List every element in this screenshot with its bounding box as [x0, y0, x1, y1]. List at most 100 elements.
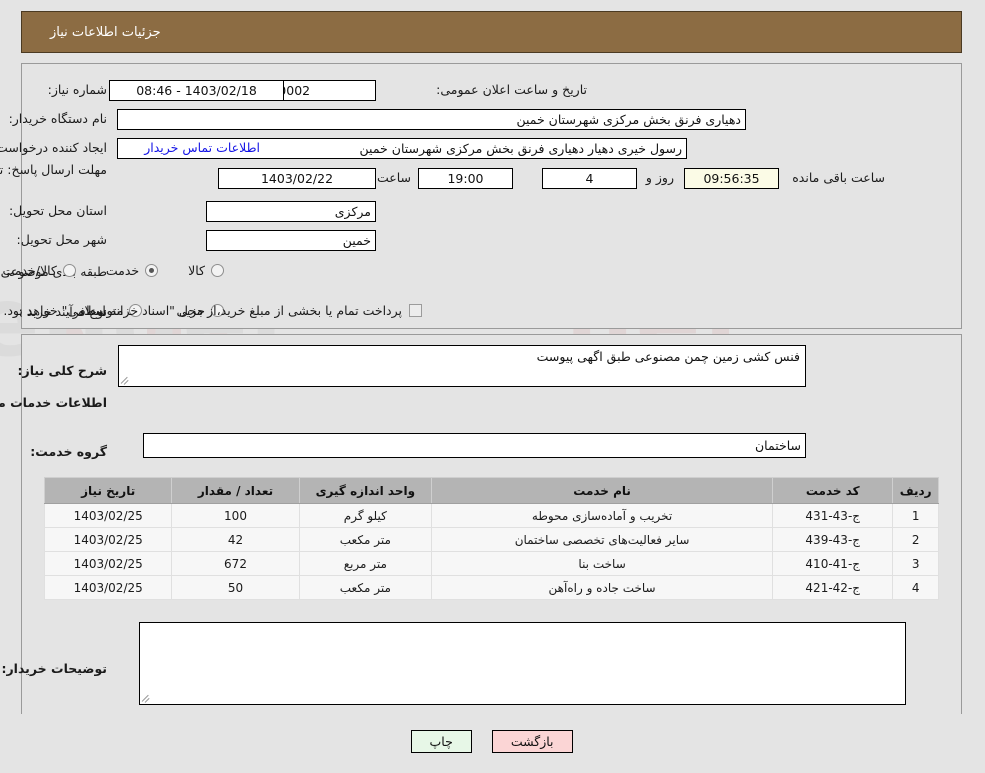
- remaining-time-field[interactable]: 09:56:35: [685, 168, 780, 189]
- announce-datetime-label: تاریخ و ساعت اعلان عمومی:: [437, 82, 588, 97]
- city-label: شهر محل تحویل:: [17, 232, 108, 247]
- cell-radif: 1: [893, 503, 940, 528]
- cell-code: ج-43-439: [773, 527, 895, 552]
- table-row: 3 ج-41-410 ساخت بنا متر مربع 672 1403/02…: [44, 551, 940, 576]
- cell-qty: 42: [172, 527, 301, 552]
- cell-code: ج-42-421: [773, 575, 895, 600]
- requester-label-row: ایجاد کننده درخواست:: [0, 140, 108, 155]
- radio-kala-khedmat-icon[interactable]: [63, 264, 77, 277]
- remaining-days-label-wrap: روز و: [647, 170, 675, 185]
- need-summary-label: شرح کلی نیاز:: [18, 363, 108, 378]
- category-option-kala-khedmat[interactable]: کالا/خدمت: [3, 263, 77, 278]
- requester-label: ایجاد کننده درخواست:: [0, 140, 108, 155]
- services-table-wrap: ردیف کد خدمت نام خدمت واحد اندازه گیری ت…: [44, 477, 940, 600]
- need-summary-label-row: شرح کلی نیاز:: [19, 363, 108, 378]
- announce-datetime-field[interactable]: 1403/02/18 - 08:46: [110, 80, 285, 101]
- page-root: AnaTender .net جزئیات اطلاعات نیاز شماره…: [0, 0, 985, 773]
- deadline-label: مهلت ارسال پاسخ: تا تاریخ:: [0, 162, 108, 177]
- th-qty: تعداد / مقدار: [172, 477, 301, 504]
- radio-khedmat-icon[interactable]: [146, 264, 160, 277]
- cell-unit: متر مربع: [299, 551, 434, 576]
- buyer-org-label-row: نام دستگاه خریدار:: [10, 111, 108, 126]
- buyer-org-label: نام دستگاه خریدار:: [9, 111, 108, 126]
- cell-name: ساخت جاده و راه‌آهن: [432, 575, 775, 600]
- cell-code: ج-41-410: [773, 551, 895, 576]
- services-section-title-row: اطلاعات خدمات مورد نیاز: [0, 395, 108, 410]
- deadline-hour-label: ساعت: [377, 170, 412, 185]
- resize-grip-icon[interactable]: [142, 693, 153, 703]
- cell-qty: 672: [172, 551, 301, 576]
- province-label-row: استان محل تحویل:: [10, 203, 108, 218]
- province-label: استان محل تحویل:: [9, 203, 108, 218]
- cell-radif: 4: [893, 575, 940, 600]
- cell-unit: کیلو گرم: [299, 503, 434, 528]
- need-number-label: شماره نیاز:: [48, 82, 108, 97]
- service-group-label: گروه خدمت:: [31, 444, 108, 459]
- treasury-checkbox-icon[interactable]: [410, 304, 423, 317]
- print-button[interactable]: چاپ: [411, 730, 473, 753]
- resize-grip-icon[interactable]: [121, 375, 132, 385]
- remaining-days-label: روز و: [646, 170, 675, 185]
- services-section-title: اطلاعات خدمات مورد نیاز: [0, 395, 108, 410]
- need-number-label-row: شماره نیاز:: [49, 82, 108, 97]
- service-group-field[interactable]: ساختمان: [144, 433, 807, 458]
- th-radif: ردیف: [893, 477, 940, 504]
- buyer-contact-link[interactable]: اطلاعات تماس خریدار: [145, 140, 261, 155]
- category-radio-group: کالا خدمت کالا/خدمت: [3, 263, 225, 278]
- cell-name: تخریب و آماده‌سازی محوطه: [432, 503, 775, 528]
- cell-qty: 50: [172, 575, 301, 600]
- table-row: 1 ج-43-431 تخریب و آماده‌سازی محوطه کیلو…: [44, 503, 940, 528]
- cell-date: 1403/02/25: [44, 527, 174, 552]
- buyer-notes-textarea[interactable]: [140, 622, 907, 705]
- th-code: کد خدمت: [773, 477, 895, 504]
- cell-name: سایر فعالیت‌های تخصصی ساختمان: [432, 527, 775, 552]
- back-button[interactable]: بازگشت: [492, 730, 574, 753]
- table-header-row: ردیف کد خدمت نام خدمت واحد اندازه گیری ت…: [44, 477, 940, 504]
- buyer-notes-label: توضیحات خریدار:: [2, 661, 108, 676]
- contact-link-wrap[interactable]: اطلاعات تماس خریدار: [145, 140, 261, 155]
- announce-datetime-label-row: تاریخ و ساعت اعلان عمومی:: [437, 82, 588, 97]
- services-table: ردیف کد خدمت نام خدمت واحد اندازه گیری ت…: [44, 477, 940, 600]
- service-group-label-row: گروه خدمت:: [31, 444, 108, 459]
- cell-date: 1403/02/25: [44, 575, 174, 600]
- category-option-kala-khedmat-label: کالا/خدمت: [3, 263, 58, 278]
- page-title: جزئیات اطلاعات نیاز: [51, 24, 162, 40]
- category-option-khedmat[interactable]: خدمت: [106, 263, 160, 278]
- province-field[interactable]: مرکزی: [207, 201, 377, 222]
- cell-date: 1403/02/25: [44, 551, 174, 576]
- th-name: نام خدمت: [432, 477, 775, 504]
- category-option-khedmat-label: خدمت: [106, 263, 141, 278]
- city-field[interactable]: خمین: [207, 230, 377, 251]
- need-summary-text: فنس کشی زمین چمن مصنوعی طبق اگهی پیوست: [537, 349, 801, 364]
- cell-date: 1403/02/25: [44, 503, 174, 528]
- need-info-panel: [22, 63, 963, 329]
- cell-name: ساخت بنا: [432, 551, 775, 576]
- remaining-time-label-wrap: ساعت باقی مانده: [793, 170, 886, 185]
- th-unit: واحد اندازه گیری: [299, 477, 434, 504]
- treasury-checkbox-row[interactable]: پرداخت تمام یا بخشی از مبلغ خرید،از محل …: [4, 303, 423, 318]
- need-summary-textarea[interactable]: فنس کشی زمین چمن مصنوعی طبق اگهی پیوست: [119, 345, 807, 387]
- cell-qty: 100: [172, 503, 301, 528]
- buyer-org-field[interactable]: دهیاری فرنق بخش مرکزی شهرستان خمین: [118, 109, 747, 130]
- category-option-kala[interactable]: کالا: [189, 263, 225, 278]
- city-label-row: شهر محل تحویل:: [18, 232, 108, 247]
- buyer-notes-label-row: توضیحات خریدار:: [2, 661, 108, 676]
- radio-kala-icon[interactable]: [212, 264, 225, 277]
- deadline-date-field[interactable]: 1403/02/22: [219, 168, 377, 189]
- cell-unit: متر مکعب: [299, 527, 434, 552]
- th-date: تاریخ نیاز: [44, 477, 174, 504]
- deadline-hour-field[interactable]: 19:00: [419, 168, 514, 189]
- window-title-bar: جزئیات اطلاعات نیاز: [22, 11, 963, 53]
- cell-radif: 2: [893, 527, 940, 552]
- cell-radif: 3: [893, 551, 940, 576]
- deadline-hour-label-wrap: ساعت: [378, 170, 412, 185]
- deadline-label-row: مهلت ارسال پاسخ: تا تاریخ:: [0, 163, 108, 177]
- category-option-kala-label: کالا: [189, 263, 206, 278]
- remaining-time-label: ساعت باقی مانده: [793, 170, 886, 185]
- cell-unit: متر مکعب: [299, 575, 434, 600]
- remaining-days-field[interactable]: 4: [543, 168, 638, 189]
- treasury-checkbox-label: پرداخت تمام یا بخشی از مبلغ خرید،از محل …: [4, 303, 403, 318]
- action-button-bar: بازگشت چاپ: [0, 730, 985, 753]
- cell-code: ج-43-431: [773, 503, 895, 528]
- table-row: 2 ج-43-439 سایر فعالیت‌های تخصصی ساختمان…: [44, 527, 940, 552]
